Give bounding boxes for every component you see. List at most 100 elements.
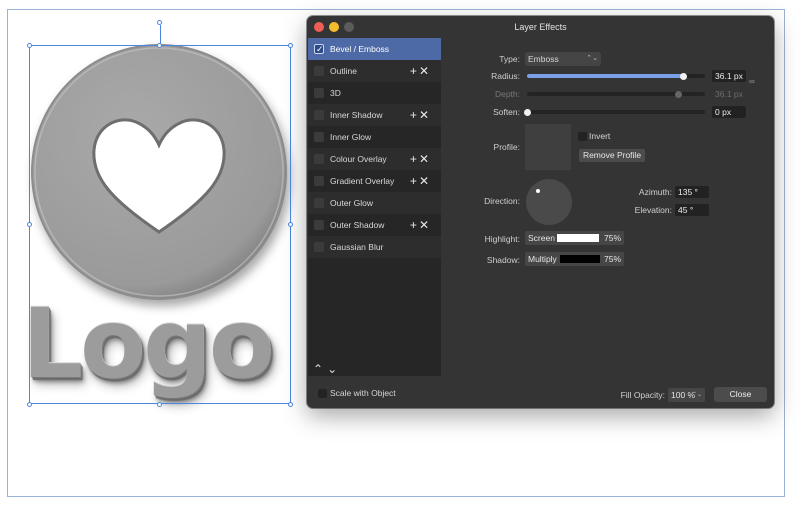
elevation-label: Elevation: [634,205,672,215]
direction-dial[interactable] [526,179,572,225]
add-icon[interactable]: + [410,152,419,166]
effect-actions: +✕ [410,104,431,126]
effect-item[interactable]: Gradient Overlay +✕ [308,170,441,192]
effect-checkbox[interactable] [314,198,324,208]
resize-handle-top[interactable] [157,43,162,48]
window-minimize-button[interactable] [329,22,339,32]
effect-label: Gaussian Blur [330,242,384,252]
remove-icon[interactable]: ✕ [419,174,431,188]
effect-label: Colour Overlay [330,154,387,164]
soften-value-field[interactable]: 0 px [712,106,746,118]
effect-item[interactable]: Outer Shadow +✕ [308,214,441,236]
resize-handle-left[interactable] [27,222,32,227]
effect-checkbox[interactable] [314,66,324,76]
effect-checkbox[interactable] [314,154,324,164]
fill-opacity-field[interactable]: 100 % ⌃⌄ [668,388,705,402]
effect-checkbox[interactable]: ✓ [314,44,324,54]
shadow-opacity: 75% [603,254,621,264]
list-order-controls: ⌃⌄ [313,362,341,376]
remove-icon[interactable]: ✕ [419,64,431,78]
resize-handle-bottom-left[interactable] [27,402,32,407]
effect-checkbox[interactable] [314,176,324,186]
selection-box[interactable] [29,45,291,404]
highlight-label: Highlight: [484,234,520,244]
azimuth-label: Azimuth: [638,187,672,197]
direction-dial-marker[interactable] [536,189,540,193]
soften-slider[interactable] [523,108,705,116]
effect-checkbox[interactable] [314,220,324,230]
shadow-blend-control[interactable]: Multiply 75% [525,252,624,266]
effect-actions: +✕ [410,214,431,236]
effect-checkbox[interactable] [314,132,324,142]
effects-list: ✓ Bevel / Emboss Outline +✕ 3D Inner Shadow +✕… [308,38,441,376]
window-zoom-button[interactable] [344,22,354,32]
resize-handle-right[interactable] [288,222,293,227]
depth-slider[interactable] [527,90,705,98]
effect-checkbox[interactable] [314,110,324,120]
remove-icon[interactable]: ✕ [419,108,431,122]
resize-handle-bottom-right[interactable] [288,402,293,407]
checkmark-icon: ✓ [316,44,324,54]
remove-icon[interactable]: ✕ [419,218,431,232]
effect-label: 3D [330,88,341,98]
effect-label: Inner Glow [330,132,372,142]
add-icon[interactable]: + [410,218,419,232]
scale-with-object-checkbox[interactable] [318,389,327,398]
effect-checkbox[interactable] [314,88,324,98]
highlight-color-swatch[interactable] [557,234,599,242]
depth-slider-knob[interactable] [674,90,682,98]
effect-item[interactable]: 3D [308,82,441,104]
effect-item[interactable]: Outline +✕ [308,60,441,82]
close-button[interactable]: Close [714,387,767,402]
add-icon[interactable]: + [410,64,419,78]
type-value: Emboss [528,54,559,64]
depth-value-field[interactable]: 36.1 px [712,88,746,100]
highlight-blend-control[interactable]: Screen 75% [525,231,624,245]
soften-label: Soften: [493,107,520,117]
effect-actions: +✕ [410,148,431,170]
link-icon[interactable]: ∞ [749,78,755,92]
effect-label: Outer Shadow [330,220,385,230]
effect-actions: +✕ [410,170,431,192]
remove-profile-button[interactable]: Remove Profile [579,149,645,162]
depth-label: Depth: [494,89,520,99]
profile-label: Profile: [493,142,520,152]
invert-checkbox[interactable] [578,132,587,141]
layer-effects-dialog: Layer Effects ✓ Bevel / Emboss Outline +✕ 3D… [307,16,774,408]
type-select[interactable]: Emboss ⌃⌄ [525,52,601,66]
effect-label: Bevel / Emboss [330,44,390,54]
effect-label: Gradient Overlay [330,176,395,186]
shadow-label: Shadow: [486,255,520,265]
effect-label: Inner Shadow [330,110,383,120]
remove-icon[interactable]: ✕ [419,152,431,166]
resize-handle-top-left[interactable] [27,43,32,48]
effect-item[interactable]: Inner Shadow +✕ [308,104,441,126]
radius-value-field[interactable]: 36.1 px [712,70,746,82]
radius-slider-fill [527,74,684,78]
select-chevron-icon: ⌃⌄ [586,55,598,62]
fill-opacity-label: Fill Opacity: [620,390,665,400]
soften-slider-knob[interactable] [523,108,531,116]
fill-opacity-chevron-icon[interactable]: ⌃⌄ [692,388,702,402]
move-down-icon[interactable]: ⌄ [327,362,341,376]
resize-handle-top-right[interactable] [288,43,293,48]
rotation-handle[interactable] [157,20,162,25]
profile-curve-preview[interactable] [525,124,571,170]
effect-item[interactable]: Gaussian Blur [308,236,441,258]
effect-item[interactable]: ✓ Bevel / Emboss [308,38,441,60]
add-icon[interactable]: + [410,108,419,122]
add-icon[interactable]: + [410,174,419,188]
effect-item[interactable]: Colour Overlay +✕ [308,148,441,170]
effect-item[interactable]: Outer Glow [308,192,441,214]
azimuth-value-field[interactable]: 135 ° [675,186,709,198]
window-close-button[interactable] [314,22,324,32]
effect-label: Outer Glow [330,198,373,208]
radius-slider-knob[interactable] [680,72,688,80]
elevation-value-field[interactable]: 45 ° [675,204,709,216]
effect-item[interactable]: Inner Glow [308,126,441,148]
shadow-color-swatch[interactable] [560,255,600,263]
effect-checkbox[interactable] [314,242,324,252]
move-up-icon[interactable]: ⌃ [313,362,327,376]
radius-slider[interactable] [527,72,705,80]
resize-handle-bottom[interactable] [157,402,162,407]
